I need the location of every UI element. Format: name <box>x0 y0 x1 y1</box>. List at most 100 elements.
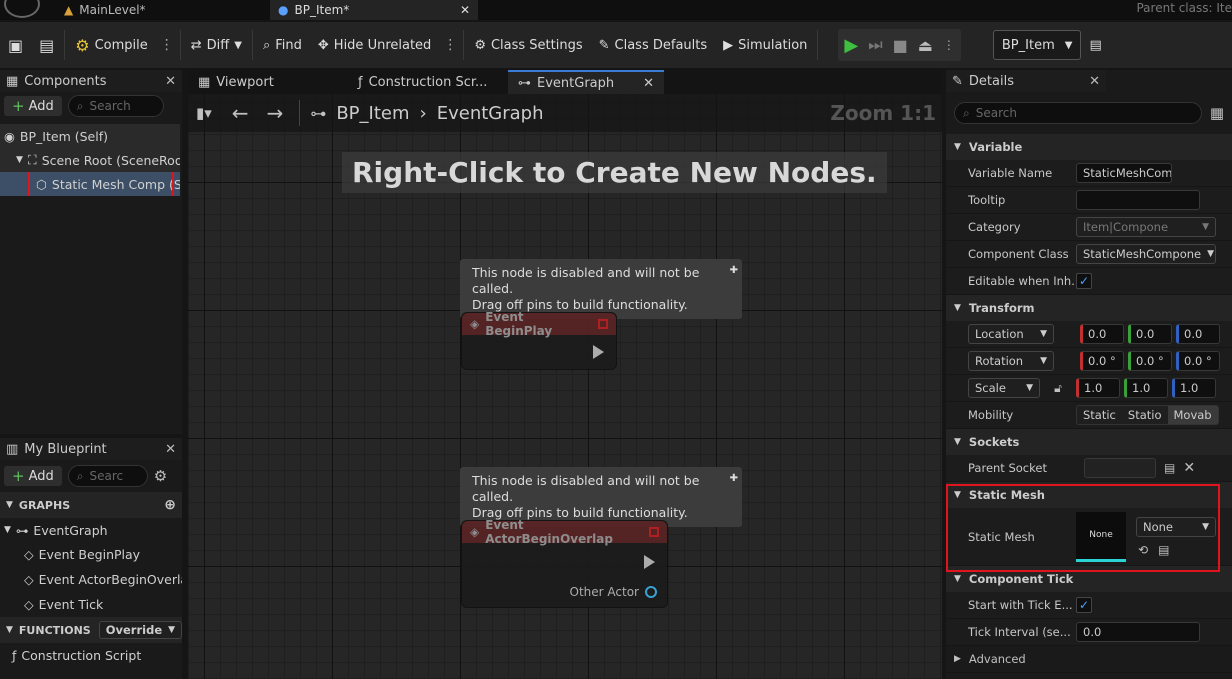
my-blueprint-search-input[interactable]: ⌕ Searc <box>67 465 148 487</box>
pin-comment-icon[interactable]: ✚ <box>730 263 738 279</box>
view-options-icon[interactable]: ▦ <box>1210 104 1224 122</box>
override-dropdown[interactable]: Override ▼ <box>98 621 183 639</box>
compile-options-icon[interactable]: ⋮ <box>156 37 178 53</box>
tab-eventgraph[interactable]: ⊶ EventGraph ✕ <box>508 70 664 94</box>
transform-section[interactable]: ▼ Transform <box>946 295 1232 321</box>
component-scene-root[interactable]: ▼ ⛶ Scene Root (SceneRoot) <box>0 148 180 172</box>
tab-main-level[interactable]: ▲ MainLevel* <box>56 0 154 20</box>
location-x-field[interactable]: 0.0 <box>1080 324 1124 344</box>
scale-z-field[interactable]: 1.0 <box>1172 378 1216 398</box>
object-pin-icon[interactable] <box>645 586 657 598</box>
mobility-static[interactable]: Static <box>1077 406 1122 424</box>
mobility-movable[interactable]: Movab <box>1167 406 1218 424</box>
tab-construction-script[interactable]: ƒ Construction Scr... <box>348 70 508 94</box>
step-icon[interactable]: ⏭ <box>868 35 882 55</box>
exec-out-pin[interactable] <box>593 345 604 359</box>
bookmark-icon[interactable]: ▮▾ <box>196 104 212 122</box>
tab-viewport[interactable]: ▦ Viewport <box>188 70 348 94</box>
eject-icon[interactable]: ⏏ <box>918 36 933 55</box>
graph-tab-bar: ▦ Viewport ƒ Construction Scr... ⊶ Event… <box>188 70 942 94</box>
settings-gear-icon[interactable]: ⚙ <box>154 467 167 485</box>
clear-icon[interactable]: ✕ <box>1183 460 1195 476</box>
compile-button[interactable]: ⚙ Compile <box>67 22 156 68</box>
parent-socket-field[interactable] <box>1084 458 1156 478</box>
variable-name-field[interactable]: StaticMeshComp <box>1076 163 1172 183</box>
components-search-input[interactable]: ⌕ Search <box>67 95 164 117</box>
lock-icon[interactable]: 🔓︎ <box>1044 381 1072 396</box>
location-z-field[interactable]: 0.0 <box>1176 324 1220 344</box>
component-self[interactable]: ◉ BP_Item (Self) <box>0 124 180 148</box>
add-member-button[interactable]: + Add <box>4 466 62 486</box>
rotation-x-field[interactable]: 0.0 ° <box>1080 351 1124 371</box>
event-graph-canvas[interactable]: Right-Click to Create New Nodes. This no… <box>188 94 942 679</box>
scale-x-field[interactable]: 1.0 <box>1076 378 1120 398</box>
function-item-construction-script[interactable]: ƒ Construction Script <box>0 643 182 667</box>
browse-button[interactable]: ▤ <box>31 22 62 68</box>
delegate-pin-icon[interactable] <box>649 527 659 537</box>
graph-breadcrumb-bar: ▮▾ ← → ⊶ BP_Item › EventGraph Zoom 1:1 <box>188 94 942 132</box>
node-event-actorbeginoverlap[interactable]: ◈ Event ActorBeginOverlap Other Actor <box>461 518 668 608</box>
close-icon[interactable]: ✕ <box>1089 74 1100 89</box>
hide-options-icon[interactable]: ⋮ <box>439 37 461 53</box>
rotation-z-field[interactable]: 0.0 ° <box>1176 351 1220 371</box>
details-search-input[interactable]: ⌕ Search <box>954 102 1202 124</box>
location-dropdown[interactable]: Location ▼ <box>968 324 1054 344</box>
stop-icon[interactable]: ■ <box>893 36 908 55</box>
category-dropdown[interactable]: Item|Compone ▼ <box>1076 217 1216 237</box>
close-icon[interactable]: ✕ <box>643 76 654 91</box>
scale-dropdown[interactable]: Scale ▼ <box>968 378 1040 398</box>
variable-section[interactable]: ▼ Variable <box>946 134 1232 160</box>
unreal-logo-icon[interactable] <box>4 0 40 18</box>
event-item-beginplay[interactable]: ◇ Event BeginPlay <box>0 542 182 567</box>
close-tab-icon[interactable]: ✕ <box>460 3 470 17</box>
graphs-section[interactable]: ▼ GRAPHS ⊕ <box>0 492 182 518</box>
hide-unrelated-button[interactable]: ✥ Hide Unrelated <box>310 22 439 68</box>
component-static-mesh[interactable]: ⬡ Static Mesh Comp (StaticMeshComponent) <box>0 172 180 196</box>
event-item-beginoverlap[interactable]: ◇ Event ActorBeginOverla <box>0 567 182 592</box>
delegate-pin-icon[interactable] <box>598 319 608 329</box>
diff-button[interactable]: ⇄ Diff ▼ <box>183 22 250 68</box>
tab-bp-item[interactable]: ● BP_Item* ✕ <box>270 0 478 20</box>
simulation-button[interactable]: ▶ Simulation <box>715 22 815 68</box>
breadcrumb-root[interactable]: BP_Item <box>336 103 409 124</box>
tooltip-field[interactable] <box>1076 190 1200 210</box>
compile-warning-icon: ⚙ <box>75 35 90 55</box>
scale-y-field[interactable]: 1.0 <box>1124 378 1168 398</box>
add-graph-icon[interactable]: ⊕ <box>164 497 176 513</box>
components-header: ▦ Components ✕ <box>0 70 182 92</box>
location-y-field[interactable]: 0.0 <box>1128 324 1172 344</box>
sockets-section[interactable]: ▼ Sockets <box>946 429 1232 455</box>
graph-item-eventgraph[interactable]: ▼ ⊶ EventGraph <box>0 518 182 542</box>
event-item-tick[interactable]: ◇ Event Tick <box>0 592 182 617</box>
find-button[interactable]: ⌕ Find <box>255 22 310 68</box>
highlight-box <box>28 172 174 196</box>
pencil-icon: ✎ <box>598 37 610 53</box>
class-settings-button[interactable]: ⚙ Class Settings <box>466 22 590 68</box>
back-arrow-icon[interactable]: ← <box>232 101 249 125</box>
close-icon[interactable]: ✕ <box>165 442 176 457</box>
pin-comment-icon[interactable]: ✚ <box>730 471 738 487</box>
editable-checkbox[interactable]: ✓ <box>1076 273 1092 289</box>
exec-out-pin[interactable] <box>644 555 655 569</box>
debug-browse-button[interactable]: ▤ <box>1081 22 1109 68</box>
mobility-stationary[interactable]: Statio <box>1121 406 1168 424</box>
forward-arrow-icon[interactable]: → <box>267 101 284 125</box>
rotation-dropdown[interactable]: Rotation ▼ <box>968 351 1054 371</box>
start-with-tick-checkbox[interactable]: ✓ <box>1076 597 1092 613</box>
component-class-dropdown[interactable]: StaticMeshCompone ▼ <box>1076 244 1216 264</box>
class-defaults-button[interactable]: ✎ Class Defaults <box>591 22 716 68</box>
node-event-beginplay[interactable]: ◈ Event BeginPlay <box>461 310 617 370</box>
save-button[interactable]: ▣ <box>0 22 31 68</box>
add-component-button[interactable]: + Add <box>4 96 62 116</box>
scale-row: Scale ▼ 🔓︎ 1.0 1.0 1.0 <box>946 375 1232 402</box>
browse-socket-icon[interactable]: ▤ <box>1164 461 1175 475</box>
close-icon[interactable]: ✕ <box>165 74 176 89</box>
rotation-y-field[interactable]: 0.0 ° <box>1128 351 1172 371</box>
debug-object-select[interactable]: BP_Item ▼ <box>992 30 1082 60</box>
functions-section[interactable]: ▼ FUNCTIONS Override ▼ ⊕ <box>0 617 200 643</box>
play-icon[interactable]: ▶ <box>844 35 858 56</box>
tick-interval-field[interactable]: 0.0 <box>1076 622 1200 642</box>
breadcrumb-graph[interactable]: EventGraph <box>437 103 544 124</box>
play-options-icon[interactable]: ⋮ <box>943 38 955 52</box>
advanced-row[interactable]: ▶ Advanced <box>946 646 1232 673</box>
